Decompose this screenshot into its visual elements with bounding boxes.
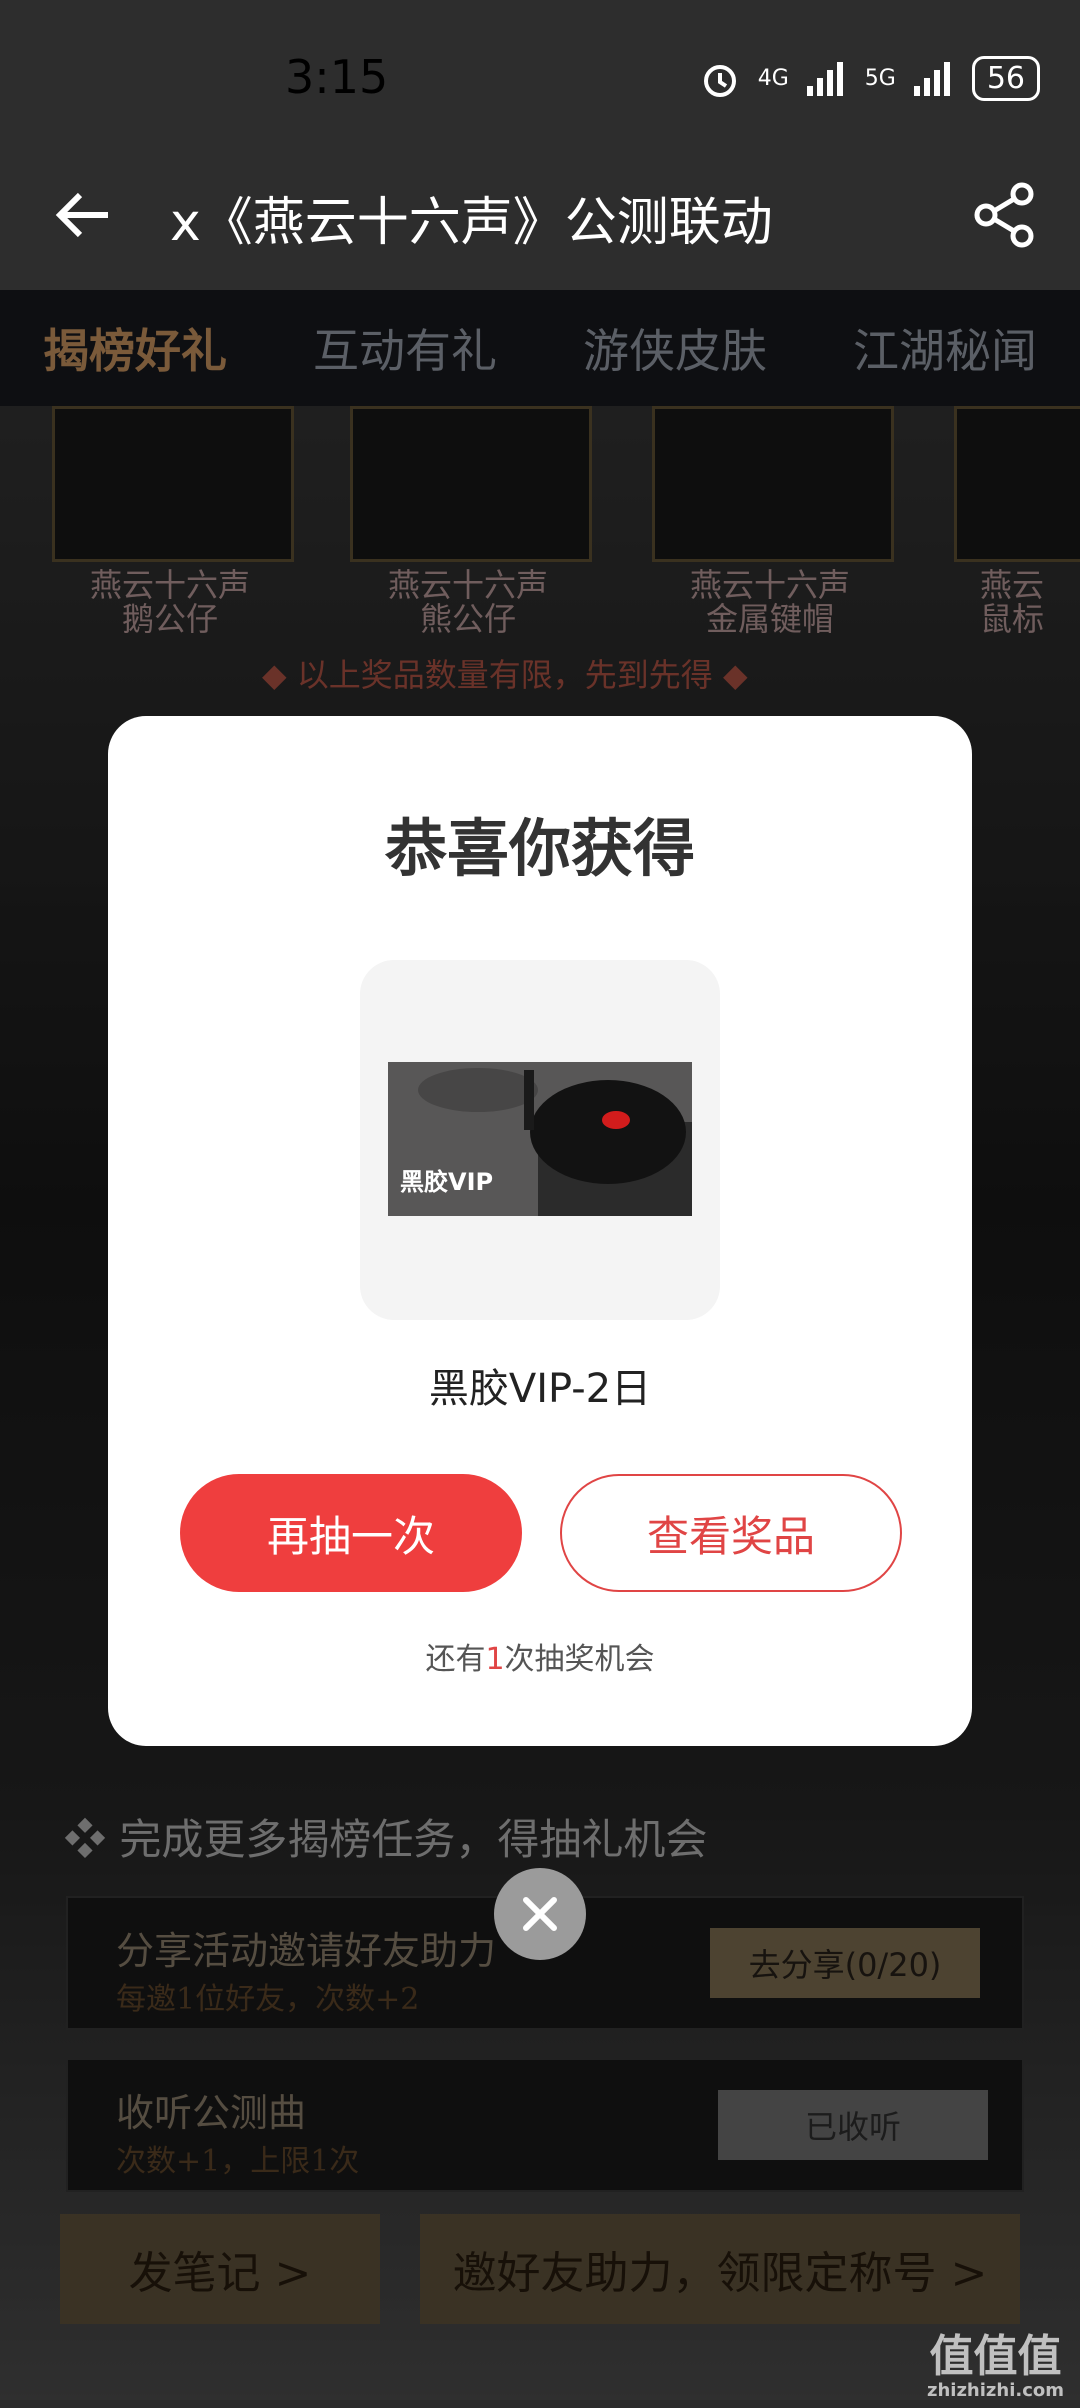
signal-icon <box>913 61 950 96</box>
draw-again-button[interactable]: 再抽一次 <box>180 1474 522 1592</box>
signal-icon <box>806 61 843 96</box>
tab-interaction-gifts[interactable]: 互动有礼 <box>313 315 497 381</box>
prize-name-text: 黑胶VIP-2日 <box>428 1366 652 1412</box>
back-arrow-icon[interactable] <box>48 180 118 266</box>
vinyl-record-icon: 黑胶VIP <box>388 1062 692 1216</box>
status-time: 3:15 <box>285 50 389 104</box>
modal-title: 恭喜你获得 <box>384 812 695 885</box>
reward-modal: 恭喜你获得 黑胶VIP 黑胶VIP-2日 再抽一次 查看奖品 还有1次抽奖机会 <box>108 716 972 1746</box>
tab-rank-gifts[interactable]: 揭榜好礼 <box>43 315 227 381</box>
watermark: 值值值 zhizhizhi.com <box>926 2331 1064 2402</box>
vinyl-vip-image: 黑胶VIP <box>388 1062 692 1216</box>
prize-image-box: 黑胶VIP <box>360 960 720 1320</box>
svg-text:黑胶VIP: 黑胶VIP <box>400 1168 493 1196</box>
tab-hero-skins[interactable]: 游侠皮肤 <box>583 315 767 381</box>
tab-bar: 揭榜好礼 互动有礼 游侠皮肤 江湖秘闻 <box>0 290 1080 406</box>
alarm-icon <box>703 64 736 97</box>
remaining-chances-text: 还有1次抽奖机会 <box>425 1642 655 1677</box>
network-4g: 4G <box>757 66 789 91</box>
close-icon[interactable] <box>494 1868 586 1960</box>
tab-secrets[interactable]: 江湖秘闻 <box>853 315 1037 381</box>
page-title: x《燕云十六声》公测联动 <box>170 193 773 253</box>
status-icons: 4G 5G 56 <box>700 56 1040 101</box>
network-5g: 5G <box>864 66 896 91</box>
view-prizes-button[interactable]: 查看奖品 <box>560 1474 902 1592</box>
share-icon[interactable] <box>970 180 1040 254</box>
battery-icon: 56 <box>971 56 1040 101</box>
